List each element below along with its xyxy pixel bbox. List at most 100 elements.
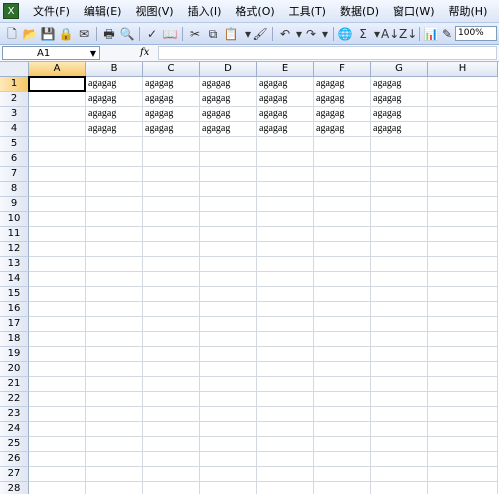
cell-g15[interactable] xyxy=(371,287,428,302)
cell-c8[interactable] xyxy=(143,182,200,197)
cell-e7[interactable] xyxy=(257,167,314,182)
cell-e5[interactable] xyxy=(257,137,314,152)
menu-insert[interactable]: 插入(I) xyxy=(181,0,229,23)
cell-e20[interactable] xyxy=(257,362,314,377)
cell-b19[interactable] xyxy=(86,347,143,362)
menu-view[interactable]: 视图(V) xyxy=(128,0,180,23)
cell-f4[interactable]: agagag xyxy=(314,122,371,137)
cell-a17[interactable] xyxy=(29,317,86,332)
cell-d25[interactable] xyxy=(200,437,257,452)
cell-f16[interactable] xyxy=(314,302,371,317)
cell-g1[interactable]: agagag xyxy=(371,77,428,92)
row-header-19[interactable]: 19 xyxy=(0,347,29,362)
cell-b5[interactable] xyxy=(86,137,143,152)
cell-e26[interactable] xyxy=(257,452,314,467)
cell-b13[interactable] xyxy=(86,257,143,272)
menu-window[interactable]: 窗口(W) xyxy=(386,0,441,23)
cell-e23[interactable] xyxy=(257,407,314,422)
cell-g25[interactable] xyxy=(371,437,428,452)
cell-c14[interactable] xyxy=(143,272,200,287)
cell-f27[interactable] xyxy=(314,467,371,482)
cell-b27[interactable] xyxy=(86,467,143,482)
cell-b15[interactable] xyxy=(86,287,143,302)
cell-c2[interactable]: agagag xyxy=(143,92,200,107)
cell-b17[interactable] xyxy=(86,317,143,332)
cell-e8[interactable] xyxy=(257,182,314,197)
cell-c20[interactable] xyxy=(143,362,200,377)
cell-d13[interactable] xyxy=(200,257,257,272)
row-header-13[interactable]: 13 xyxy=(0,257,29,272)
cell-f22[interactable] xyxy=(314,392,371,407)
cell-h19[interactable] xyxy=(428,347,498,362)
cell-h25[interactable] xyxy=(428,437,498,452)
cell-e27[interactable] xyxy=(257,467,314,482)
menu-format[interactable]: 格式(O) xyxy=(228,0,281,23)
cell-a10[interactable] xyxy=(29,212,86,227)
cell-e21[interactable] xyxy=(257,377,314,392)
cell-h16[interactable] xyxy=(428,302,498,317)
cell-d11[interactable] xyxy=(200,227,257,242)
hyperlink-icon[interactable]: 🌐 xyxy=(337,26,353,42)
cell-h10[interactable] xyxy=(428,212,498,227)
cell-h1[interactable] xyxy=(428,77,498,92)
cell-c16[interactable] xyxy=(143,302,200,317)
cell-d18[interactable] xyxy=(200,332,257,347)
cell-c18[interactable] xyxy=(143,332,200,347)
column-header-f[interactable]: F xyxy=(314,62,371,77)
cell-g16[interactable] xyxy=(371,302,428,317)
cell-b11[interactable] xyxy=(86,227,143,242)
cell-g17[interactable] xyxy=(371,317,428,332)
cell-b12[interactable] xyxy=(86,242,143,257)
cell-g26[interactable] xyxy=(371,452,428,467)
cell-d16[interactable] xyxy=(200,302,257,317)
cell-c15[interactable] xyxy=(143,287,200,302)
open-folder-icon[interactable]: 📂 xyxy=(22,26,38,42)
cell-f5[interactable] xyxy=(314,137,371,152)
cell-f12[interactable] xyxy=(314,242,371,257)
cell-c5[interactable] xyxy=(143,137,200,152)
cell-d4[interactable]: agagag xyxy=(200,122,257,137)
cell-b8[interactable] xyxy=(86,182,143,197)
cell-g27[interactable] xyxy=(371,467,428,482)
row-header-10[interactable]: 10 xyxy=(0,212,29,227)
formula-input[interactable] xyxy=(158,46,497,60)
cell-c28[interactable] xyxy=(143,482,200,494)
row-header-18[interactable]: 18 xyxy=(0,332,29,347)
cell-c17[interactable] xyxy=(143,317,200,332)
cell-c27[interactable] xyxy=(143,467,200,482)
row-header-6[interactable]: 6 xyxy=(0,152,29,167)
new-document-icon[interactable]: 🗋 xyxy=(4,26,20,42)
row-header-5[interactable]: 5 xyxy=(0,137,29,152)
spelling-icon[interactable]: ✓ xyxy=(144,26,160,42)
column-header-a[interactable]: A xyxy=(29,62,86,77)
cell-f26[interactable] xyxy=(314,452,371,467)
cell-f21[interactable] xyxy=(314,377,371,392)
row-header-11[interactable]: 11 xyxy=(0,227,29,242)
row-header-4[interactable]: 4 xyxy=(0,122,29,137)
cell-a15[interactable] xyxy=(29,287,86,302)
cell-f13[interactable] xyxy=(314,257,371,272)
cell-c7[interactable] xyxy=(143,167,200,182)
cell-d17[interactable] xyxy=(200,317,257,332)
row-header-2[interactable]: 2 xyxy=(0,92,29,107)
cell-a8[interactable] xyxy=(29,182,86,197)
cell-h7[interactable] xyxy=(428,167,498,182)
cell-f9[interactable] xyxy=(314,197,371,212)
cell-f15[interactable] xyxy=(314,287,371,302)
format-painter-icon[interactable]: 🖌 xyxy=(252,26,268,42)
cell-c6[interactable] xyxy=(143,152,200,167)
cell-h3[interactable] xyxy=(428,107,498,122)
column-header-g[interactable]: G xyxy=(371,62,428,77)
row-header-25[interactable]: 25 xyxy=(0,437,29,452)
cell-b20[interactable] xyxy=(86,362,143,377)
cell-h6[interactable] xyxy=(428,152,498,167)
cell-g7[interactable] xyxy=(371,167,428,182)
cell-e10[interactable] xyxy=(257,212,314,227)
cell-f11[interactable] xyxy=(314,227,371,242)
cell-c9[interactable] xyxy=(143,197,200,212)
cell-h13[interactable] xyxy=(428,257,498,272)
row-header-14[interactable]: 14 xyxy=(0,272,29,287)
cell-d28[interactable] xyxy=(200,482,257,494)
cell-a16[interactable] xyxy=(29,302,86,317)
sort-ascending-icon[interactable]: A↓ xyxy=(381,26,399,42)
